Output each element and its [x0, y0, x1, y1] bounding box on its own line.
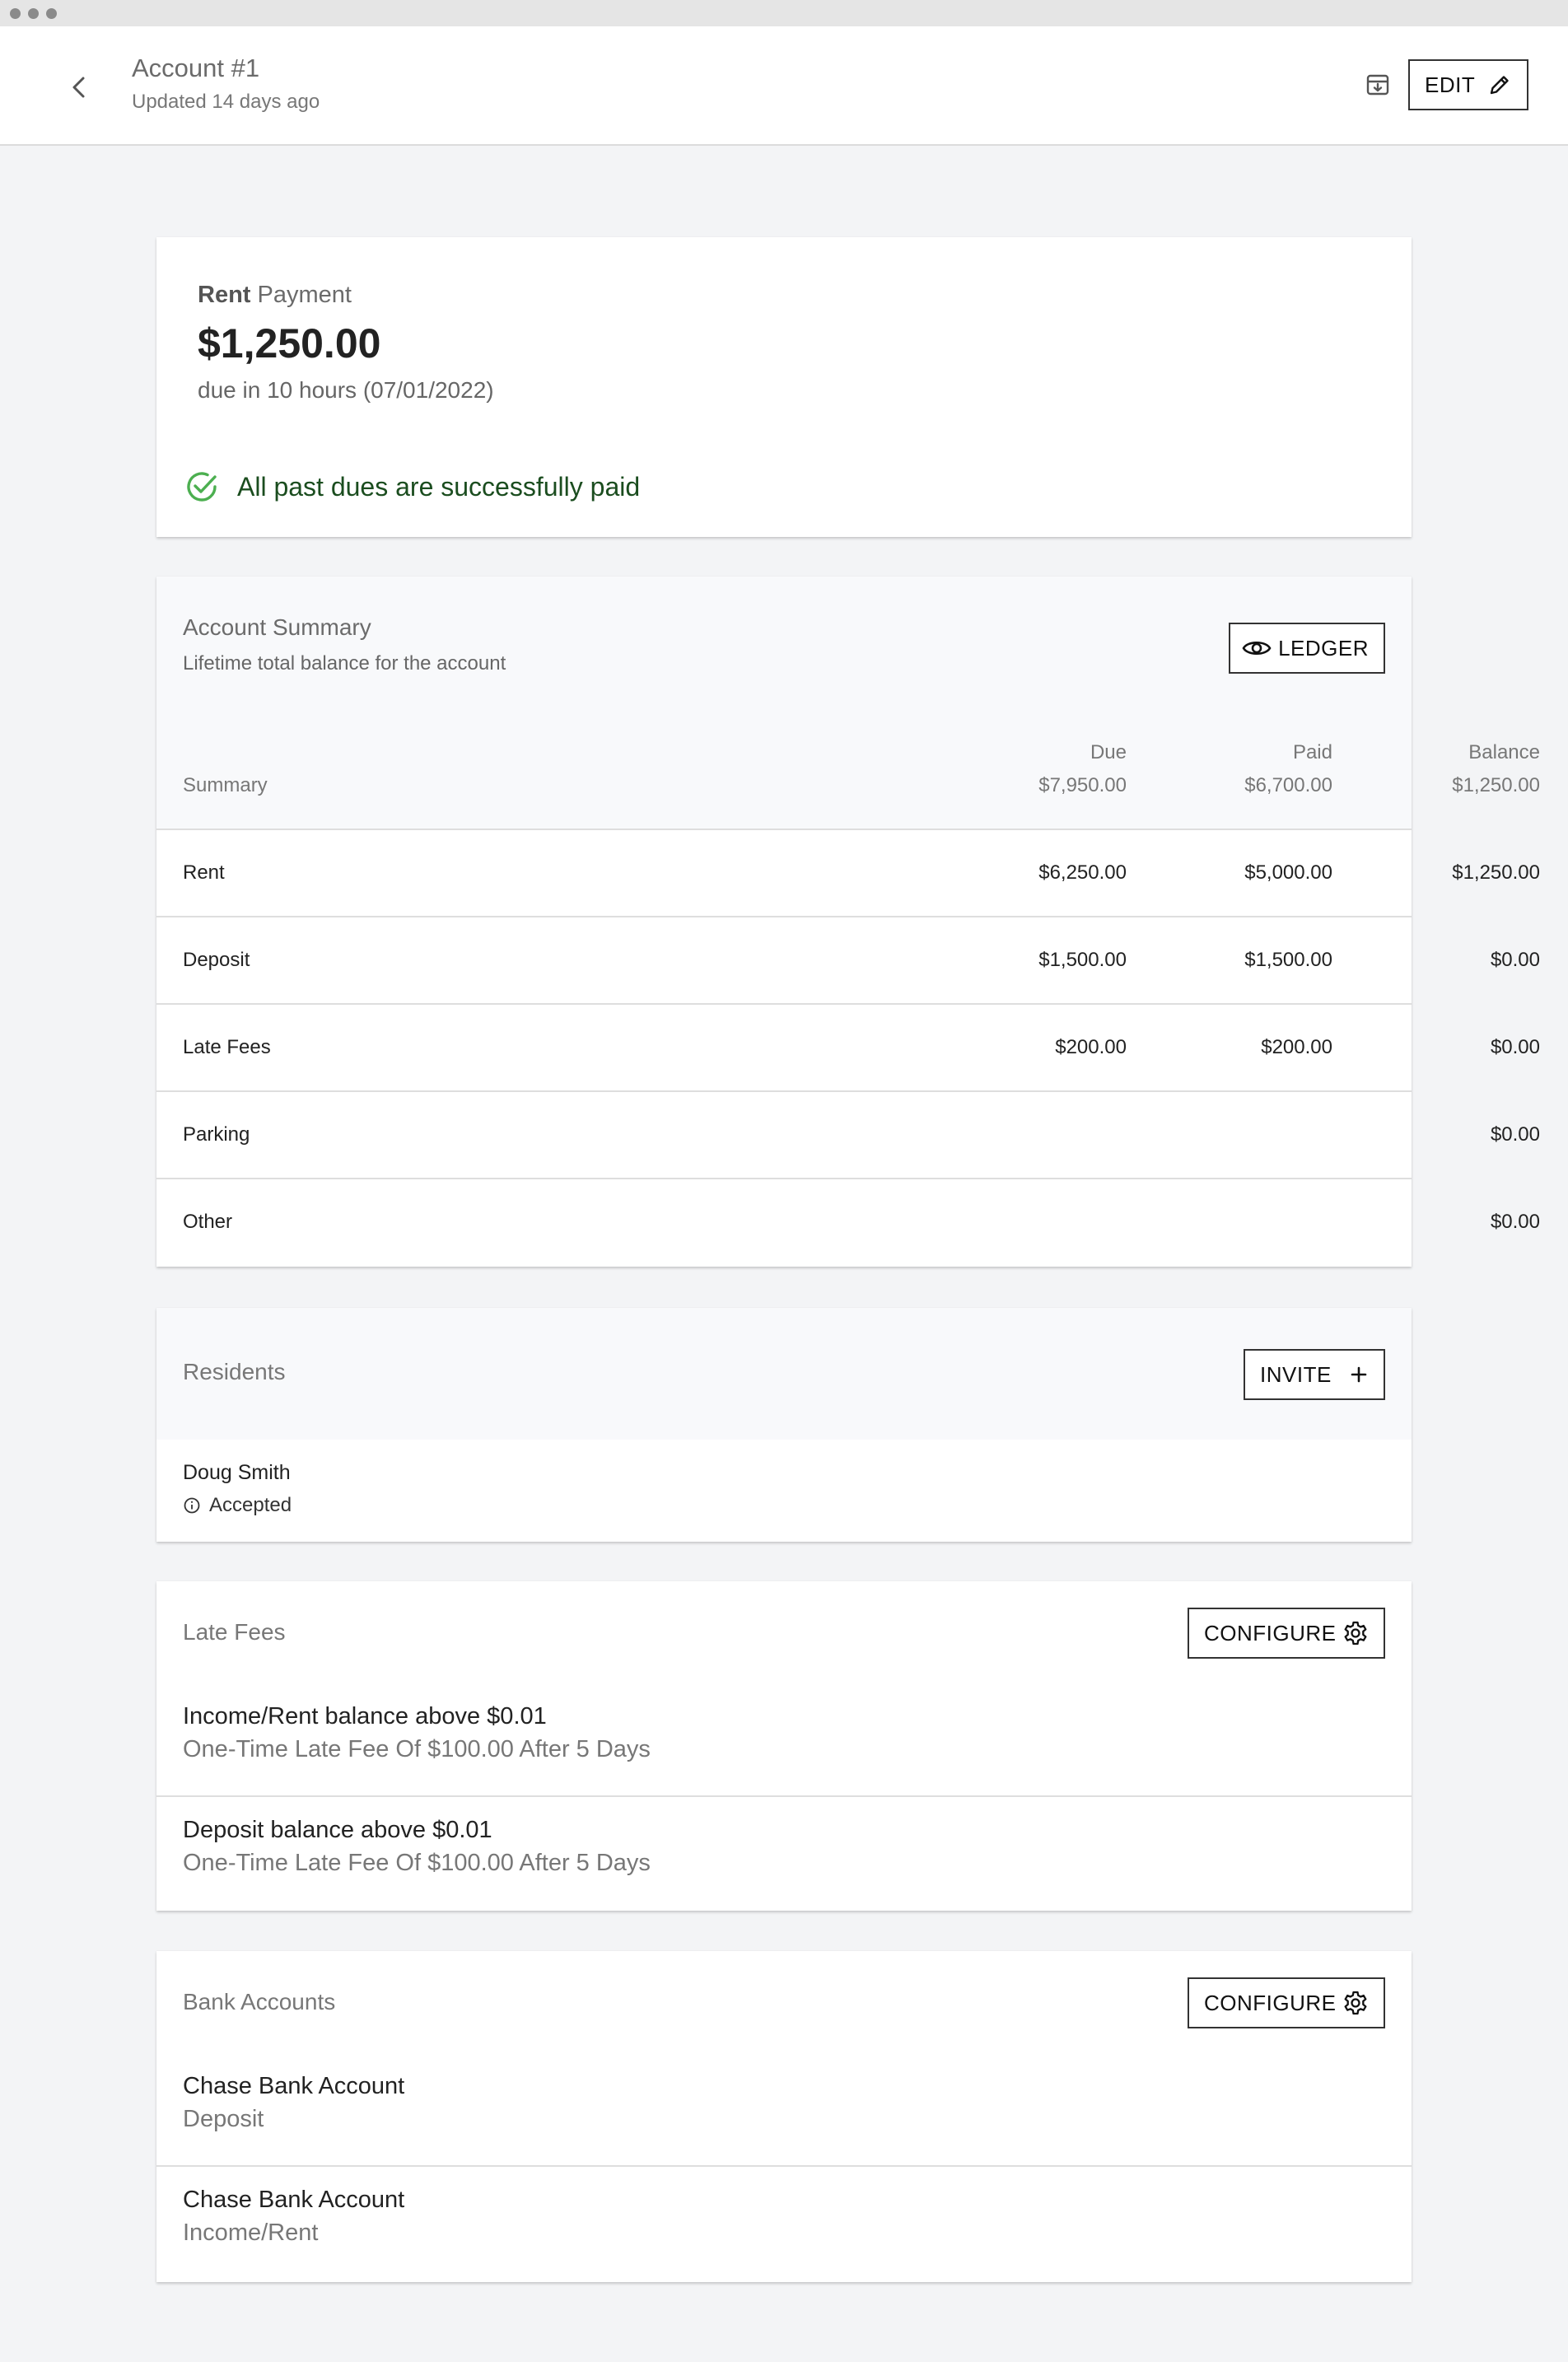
payment-amount: $1,250.00	[198, 320, 381, 366]
gear-icon	[1344, 1621, 1367, 1645]
row-due: $200.00	[1055, 1036, 1127, 1058]
row-due: $6,250.00	[1038, 861, 1127, 884]
late-fees-configure-button[interactable]: CONFIGURE	[1188, 1608, 1385, 1659]
bank-account-item[interactable]: Chase Bank Account Deposit	[156, 2053, 1412, 2167]
payment-type-rest: Payment	[250, 282, 352, 308]
summary-header: Account Summary Lifetime total balance f…	[156, 576, 1540, 830]
configure-button-label: CONFIGURE	[1204, 1620, 1337, 1645]
late-fees-title: Late Fees	[183, 1619, 286, 1645]
ledger-button-label: LEDGER	[1278, 635, 1369, 661]
bank-account-purpose: Deposit	[183, 2106, 264, 2132]
bank-accounts-configure-button[interactable]: CONFIGURE	[1188, 1977, 1385, 2028]
window-titlebar	[0, 0, 1568, 26]
late-fee-rule[interactable]: Deposit balance above $0.01 One-Time Lat…	[156, 1795, 1412, 1909]
residents-title: Residents	[183, 1359, 286, 1384]
col-header-summary: Summary	[183, 774, 268, 796]
resident-status-text: Accepted	[209, 1494, 292, 1516]
bank-account-item[interactable]: Chase Bank Account Income/Rent	[156, 2165, 1412, 2279]
row-label: Late Fees	[183, 1036, 271, 1058]
resident-name[interactable]: Doug Smith	[183, 1461, 291, 1485]
back-icon	[72, 77, 85, 98]
app-header: Account #1 Updated 14 days ago EDIT	[0, 26, 1568, 146]
total-balance: $1,250.00	[1452, 774, 1540, 796]
residents-card: Residents INVITE Doug Smith Accepted	[156, 1308, 1412, 1542]
total-paid: $6,700.00	[1244, 774, 1332, 796]
payment-due-date: due in 10 hours (07/01/2022)	[198, 377, 494, 403]
bank-account-purpose: Income/Rent	[183, 2220, 319, 2246]
bank-account-name: Chase Bank Account	[183, 2073, 405, 2099]
row-paid: $1,500.00	[1244, 949, 1332, 971]
payment-card: Rent Payment $1,250.00 due in 10 hours (…	[156, 237, 1412, 537]
bank-account-name: Chase Bank Account	[183, 2187, 405, 2213]
info-icon	[184, 1497, 200, 1514]
row-label: Deposit	[183, 949, 250, 971]
row-paid: $200.00	[1261, 1036, 1332, 1058]
configure-button-label: CONFIGURE	[1204, 1990, 1337, 2015]
page-title: Account #1	[132, 54, 260, 82]
payment-status: All past dues are successfully paid	[184, 469, 640, 504]
row-due: $1,500.00	[1038, 949, 1127, 971]
col-header-balance: Balance	[1468, 741, 1540, 763]
archive-button[interactable]	[1360, 68, 1395, 102]
summary-row-rent: Rent $6,250.00 $5,000.00 $1,250.00	[156, 830, 1540, 917]
window-dot	[10, 8, 21, 19]
eye-icon	[1242, 641, 1272, 656]
residents-header: Residents INVITE	[156, 1308, 1412, 1440]
invite-button[interactable]: INVITE	[1244, 1349, 1385, 1400]
late-fee-rule-subtitle: One-Time Late Fee Of $100.00 After 5 Day…	[183, 1850, 651, 1876]
late-fee-rule-subtitle: One-Time Late Fee Of $100.00 After 5 Day…	[183, 1736, 651, 1762]
late-fee-rule[interactable]: Income/Rent balance above $0.01 One-Time…	[156, 1683, 1412, 1797]
summary-title: Account Summary	[183, 614, 371, 640]
row-label: Rent	[183, 861, 225, 884]
col-header-due: Due	[1090, 741, 1127, 763]
row-balance: $0.00	[1490, 1211, 1540, 1233]
plus-icon	[1351, 1366, 1367, 1383]
bank-accounts-title: Bank Accounts	[183, 1989, 336, 2014]
row-balance: $0.00	[1490, 949, 1540, 971]
summary-subtitle: Lifetime total balance for the account	[183, 652, 506, 675]
pencil-icon	[1490, 76, 1509, 95]
window-dot	[46, 8, 57, 19]
summary-row-late-fees: Late Fees $200.00 $200.00 $0.00	[156, 1005, 1540, 1092]
row-balance: $0.00	[1490, 1036, 1540, 1058]
invite-button-label: INVITE	[1260, 1361, 1332, 1387]
payment-type: Rent Payment	[198, 282, 352, 309]
row-label: Parking	[183, 1123, 250, 1146]
total-due: $7,950.00	[1038, 774, 1127, 796]
archive-icon	[1366, 74, 1389, 96]
row-balance: $1,250.00	[1452, 861, 1540, 884]
row-label: Other	[183, 1211, 233, 1233]
col-header-paid: Paid	[1292, 741, 1332, 763]
edit-button[interactable]: EDIT	[1408, 59, 1528, 110]
summary-row-deposit: Deposit $1,500.00 $1,500.00 $0.00	[156, 917, 1540, 1005]
edit-button-label: EDIT	[1425, 72, 1476, 97]
payment-status-text: All past dues are successfully paid	[237, 471, 641, 502]
late-fees-card: Late Fees CONFIGURE Income/Rent balance …	[156, 1581, 1412, 1911]
account-summary-card: Account Summary Lifetime total balance f…	[156, 576, 1540, 1267]
summary-row-other: Other $0.00	[156, 1179, 1540, 1267]
back-button[interactable]	[59, 68, 99, 107]
payment-type-bold: Rent	[198, 282, 251, 308]
row-paid: $5,000.00	[1244, 861, 1332, 884]
window-dot	[28, 8, 39, 19]
row-balance: $0.00	[1490, 1123, 1540, 1146]
resident-status: Accepted	[183, 1494, 292, 1517]
check-circle-icon	[187, 472, 217, 502]
summary-row-parking: Parking $0.00	[156, 1092, 1540, 1179]
late-fee-rule-title: Income/Rent balance above $0.01	[183, 1703, 547, 1729]
ledger-button[interactable]: LEDGER	[1229, 623, 1385, 674]
gear-icon	[1344, 1991, 1367, 2015]
last-updated-text: Updated 14 days ago	[132, 91, 320, 113]
late-fee-rule-title: Deposit balance above $0.01	[183, 1817, 492, 1843]
bank-accounts-card: Bank Accounts CONFIGURE Chase Bank Accou…	[156, 1951, 1412, 2282]
